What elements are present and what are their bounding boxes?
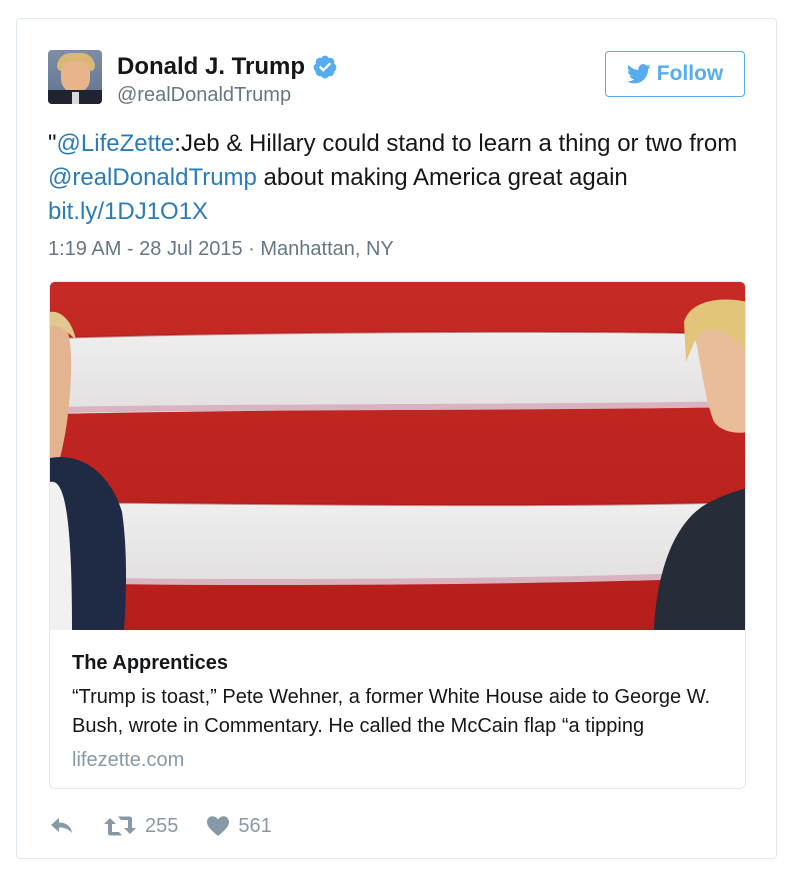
name-row: Donald J. Trump [117, 52, 338, 82]
card-body: The Apprentices “Trump is toast,” Pete W… [50, 630, 745, 774]
card-description: “Trump is toast,” Pete Wehner, a former … [72, 686, 711, 737]
avatar-face [61, 61, 90, 93]
avatar-tie [72, 92, 79, 104]
meta-separator: · [242, 238, 261, 260]
link-preview-card[interactable]: The Apprentices “Trump is toast,” Pete W… [49, 281, 746, 789]
like-count: 561 [238, 814, 272, 837]
tweet-location[interactable]: Manhattan, NY [260, 238, 393, 260]
tweet-header: Donald J. Trump @realDonaldTrump Follow [48, 50, 745, 106]
twitter-bird-icon [626, 64, 651, 84]
tweet-text-part-2: about making America great again [256, 164, 628, 191]
author-handle[interactable]: @realDonaldTrump [117, 82, 338, 108]
tweet-meta: 1:19 AM - 28 Jul 2015 · Manhattan, NY [48, 235, 394, 263]
retweet-button[interactable]: 255 [103, 815, 178, 838]
tweet-quote-mark: " [48, 130, 57, 157]
heart-icon [207, 816, 230, 836]
retweet-count: 255 [145, 814, 179, 837]
reply-icon [51, 818, 72, 833]
avatar[interactable] [48, 50, 102, 104]
follow-button-label: Follow [656, 62, 724, 85]
tweet-card: Donald J. Trump @realDonaldTrump Follow … [16, 18, 777, 859]
retweet-icon [104, 816, 136, 836]
flag-photo [50, 282, 745, 630]
reply-button[interactable] [49, 815, 75, 837]
card-domain: lifezette.com [72, 749, 185, 771]
mention-realdonaldtrump-link[interactable]: @realDonaldTrump [48, 164, 257, 191]
author-name[interactable]: Donald J. Trump [117, 52, 305, 82]
author-block[interactable]: Donald J. Trump @realDonaldTrump [117, 52, 338, 108]
shortened-url-link[interactable]: bit.ly/1DJ1O1X [48, 198, 208, 225]
tweet-actions: 255 561 [49, 811, 300, 841]
tweet-text-part-1: :Jeb & Hillary could stand to learn a th… [174, 130, 738, 157]
tweet-timestamp[interactable]: 1:19 AM - 28 Jul 2015 [48, 238, 243, 260]
follow-button[interactable]: Follow [605, 51, 745, 97]
card-image [50, 282, 745, 630]
tweet-text: "@LifeZette:Jeb & Hillary could stand to… [48, 127, 738, 229]
card-title: The Apprentices [72, 652, 228, 674]
verified-badge-icon [313, 55, 337, 79]
like-button[interactable]: 561 [206, 814, 272, 838]
mention-lifezette-link[interactable]: @LifeZette [57, 130, 175, 157]
